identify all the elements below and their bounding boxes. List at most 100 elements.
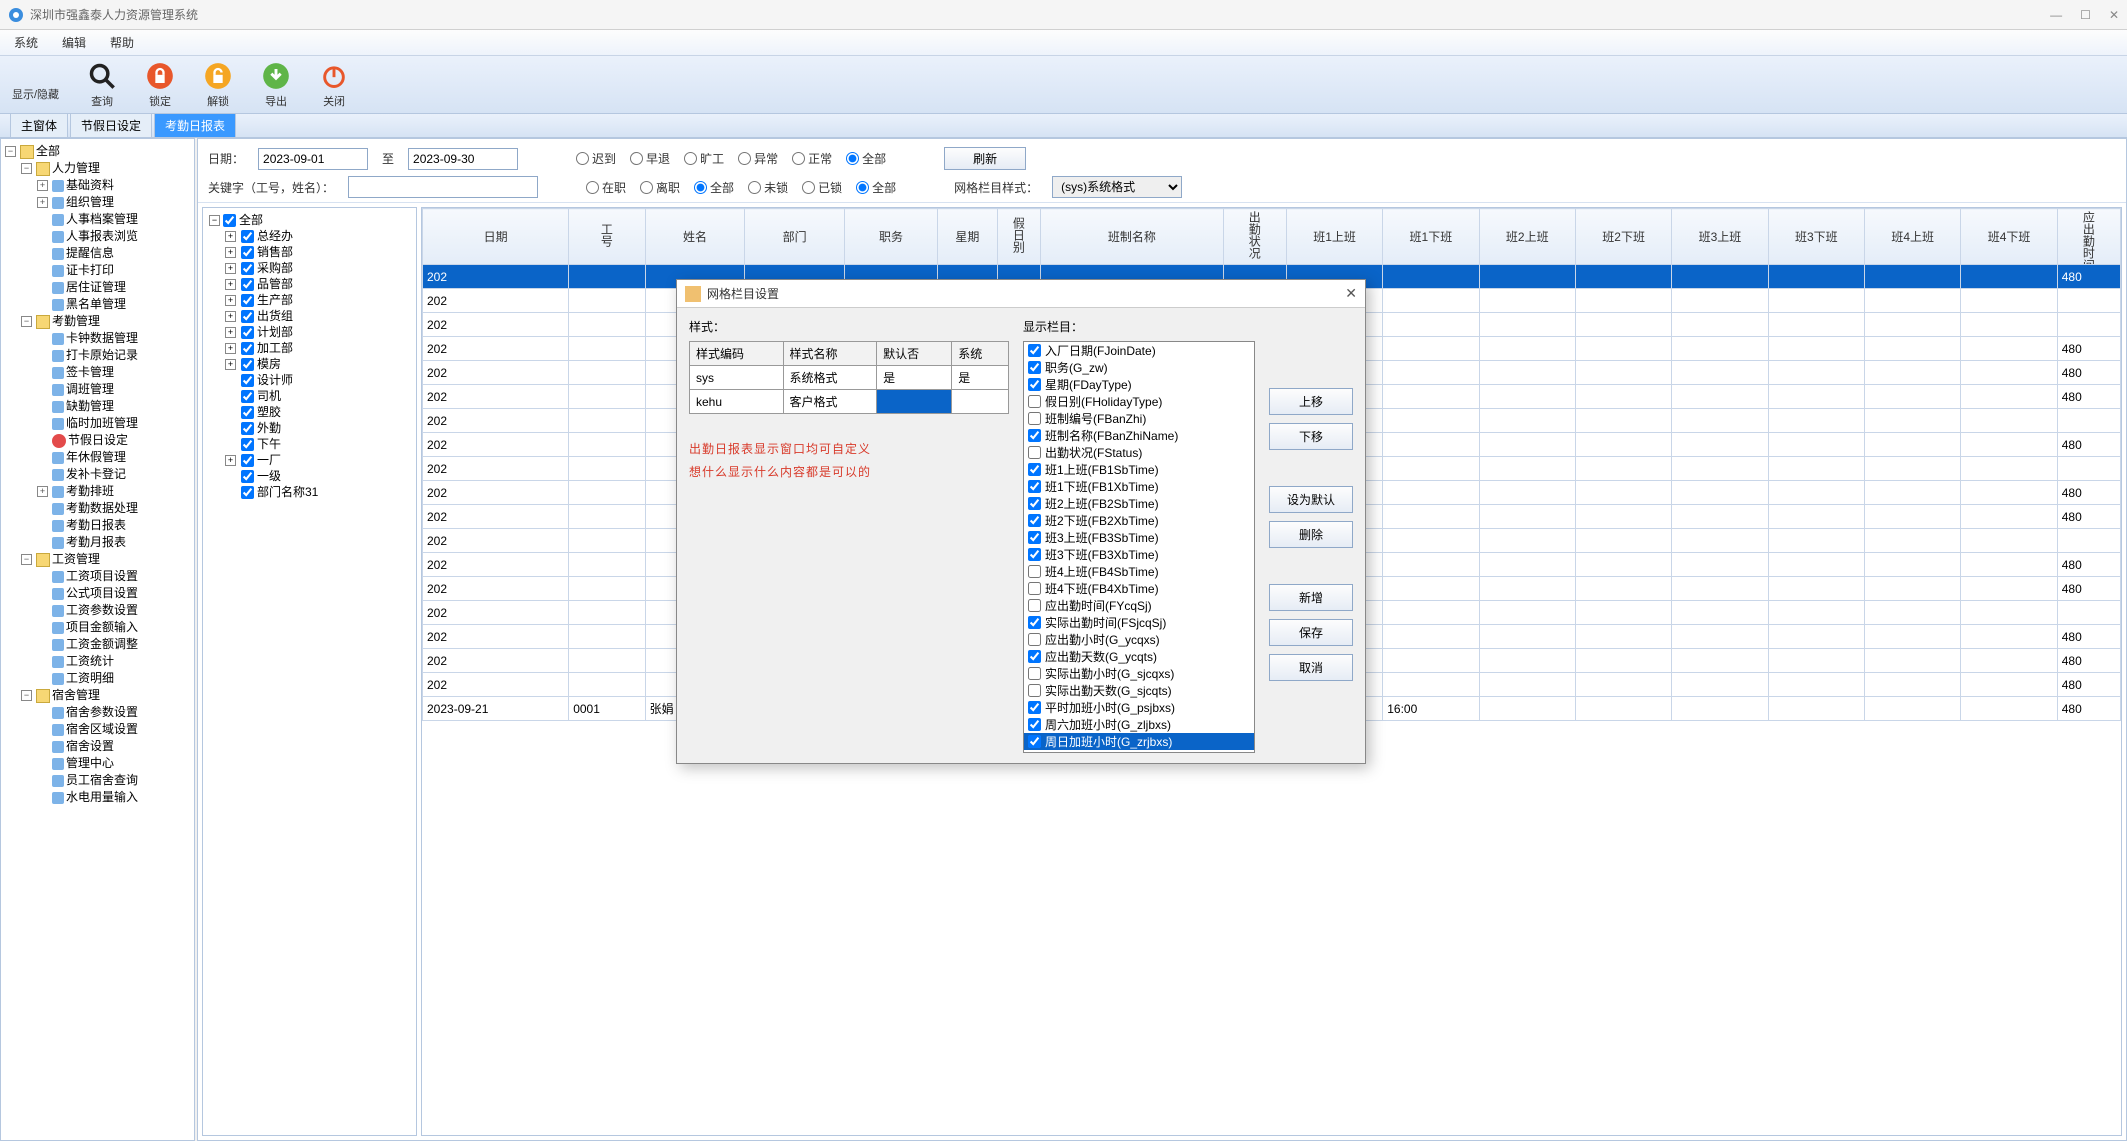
- col-on2[interactable]: 班2上班: [1479, 209, 1575, 265]
- dept-checkbox[interactable]: [241, 374, 254, 387]
- dept-item[interactable]: 一级: [257, 468, 281, 484]
- col-off2[interactable]: 班2下班: [1575, 209, 1671, 265]
- dept-item[interactable]: 下午: [257, 436, 281, 452]
- checklist-item[interactable]: 周六加班小时(G_zljbxs): [1024, 716, 1254, 733]
- menu-system[interactable]: 系统: [14, 34, 38, 51]
- checklist-item[interactable]: 班2下班(FB2XbTime): [1024, 512, 1254, 529]
- unlock-button[interactable]: 解锁: [203, 61, 233, 109]
- checklist-item[interactable]: 应出勤小时(G_ycqxs): [1024, 631, 1254, 648]
- checklist-item[interactable]: 班3下班(FB3XbTime): [1024, 546, 1254, 563]
- tree-hr[interactable]: 人力管理: [52, 160, 100, 177]
- dept-checkbox[interactable]: [241, 246, 254, 259]
- radio-unlocked[interactable]: 未锁: [748, 179, 788, 196]
- dept-checkbox[interactable]: [241, 342, 254, 355]
- dept-checkbox[interactable]: [241, 310, 254, 323]
- menu-help[interactable]: 帮助: [110, 34, 134, 51]
- col-on1[interactable]: 班1上班: [1286, 209, 1382, 265]
- dept-checkbox[interactable]: [241, 326, 254, 339]
- checklist-item[interactable]: 假日别(FHolidayType): [1024, 393, 1254, 410]
- col-shift[interactable]: 班制名称: [1040, 209, 1223, 265]
- tree-attendance[interactable]: 考勤管理: [52, 313, 100, 330]
- radio-all3[interactable]: 全部: [856, 179, 896, 196]
- checklist-item[interactable]: 班4上班(FB4SbTime): [1024, 563, 1254, 580]
- radio-normal[interactable]: 正常: [792, 150, 832, 167]
- radio-abnormal[interactable]: 异常: [738, 150, 778, 167]
- column-checkbox[interactable]: [1028, 701, 1041, 714]
- style-table[interactable]: 样式编码样式名称默认否系统 sys系统格式是是 kehu客户格式: [689, 341, 1009, 414]
- radio-all2[interactable]: 全部: [694, 179, 734, 196]
- checklist-item[interactable]: 实际出勤小时(G_sjcqxs): [1024, 665, 1254, 682]
- export-button[interactable]: 导出: [261, 61, 291, 109]
- col-job[interactable]: 职务: [844, 209, 937, 265]
- tab-holiday[interactable]: 节假日设定: [70, 113, 152, 137]
- dept-item[interactable]: 采购部: [257, 260, 293, 276]
- new-button[interactable]: 新增: [1269, 584, 1353, 611]
- maximize-icon[interactable]: ☐: [2080, 8, 2091, 22]
- tree-dorm[interactable]: 宿舍管理: [52, 687, 100, 704]
- date-from-input[interactable]: [258, 148, 368, 170]
- dept-item[interactable]: 外勤: [257, 420, 281, 436]
- dept-item[interactable]: 总经办: [257, 228, 293, 244]
- dept-checkbox[interactable]: [241, 438, 254, 451]
- checklist-item[interactable]: 实际出勤天数(G_sjcqts): [1024, 682, 1254, 699]
- dept-checkbox[interactable]: [241, 294, 254, 307]
- col-off1[interactable]: 班1下班: [1383, 209, 1479, 265]
- checklist-item[interactable]: 班1上班(FB1SbTime): [1024, 461, 1254, 478]
- col-name[interactable]: 姓名: [645, 209, 745, 265]
- dept-item[interactable]: 销售部: [257, 244, 293, 260]
- dept-item[interactable]: 设计师: [257, 372, 293, 388]
- grid-style-select[interactable]: (sys)系统格式: [1052, 176, 1182, 198]
- dept-checkbox[interactable]: [241, 262, 254, 275]
- dept-item[interactable]: 塑胶: [257, 404, 281, 420]
- dept-tree[interactable]: −全部 +总经办+销售部+采购部+品管部+生产部+出货组+计划部+加工部+模房设…: [202, 207, 417, 1136]
- radio-all1[interactable]: 全部: [846, 150, 886, 167]
- dept-item[interactable]: 品管部: [257, 276, 293, 292]
- dept-checkbox[interactable]: [241, 454, 254, 467]
- column-checkbox[interactable]: [1028, 684, 1041, 697]
- column-checkbox[interactable]: [1028, 446, 1041, 459]
- checklist-item[interactable]: 入厂日期(FJoinDate): [1024, 342, 1254, 359]
- set-default-button[interactable]: 设为默认: [1269, 486, 1353, 513]
- checklist-item[interactable]: 班3上班(FB3SbTime): [1024, 529, 1254, 546]
- col-dept[interactable]: 部门: [745, 209, 845, 265]
- checklist-item[interactable]: 周日加班小时(G_zrjbxs): [1024, 733, 1254, 750]
- minimize-icon[interactable]: —: [2050, 8, 2062, 22]
- radio-early[interactable]: 早退: [630, 150, 670, 167]
- checklist-item[interactable]: 职务(G_zw): [1024, 359, 1254, 376]
- cancel-button[interactable]: 取消: [1269, 654, 1353, 681]
- column-checkbox[interactable]: [1028, 582, 1041, 595]
- dept-checkbox[interactable]: [241, 358, 254, 371]
- search-button[interactable]: 查询: [87, 61, 117, 109]
- delete-button[interactable]: 删除: [1269, 521, 1353, 548]
- tree-root[interactable]: 全部: [36, 143, 60, 160]
- dept-item[interactable]: 司机: [257, 388, 281, 404]
- dept-checkbox[interactable]: [241, 486, 254, 499]
- dept-checkbox[interactable]: [241, 406, 254, 419]
- dept-item[interactable]: 计划部: [257, 324, 293, 340]
- close-button[interactable]: 关闭: [319, 61, 349, 109]
- dept-checkbox[interactable]: [241, 278, 254, 291]
- tab-main[interactable]: 主窗体: [10, 113, 68, 137]
- dialog-close-icon[interactable]: ✕: [1345, 285, 1357, 302]
- column-checkbox[interactable]: [1028, 599, 1041, 612]
- close-icon[interactable]: ✕: [2109, 8, 2119, 22]
- menu-edit[interactable]: 编辑: [62, 34, 86, 51]
- dept-checkbox[interactable]: [241, 230, 254, 243]
- dept-item[interactable]: 生产部: [257, 292, 293, 308]
- column-checklist[interactable]: 入厂日期(FJoinDate)职务(G_zw)星期(FDayType)假日别(F…: [1023, 341, 1255, 753]
- col-off3[interactable]: 班3下班: [1768, 209, 1864, 265]
- col-date[interactable]: 日期: [423, 209, 569, 265]
- checklist-item[interactable]: 出勤状况(FStatus): [1024, 444, 1254, 461]
- column-checkbox[interactable]: [1028, 429, 1041, 442]
- checklist-item[interactable]: 班4下班(FB4XbTime): [1024, 580, 1254, 597]
- checklist-item[interactable]: 班制名称(FBanZhiName): [1024, 427, 1254, 444]
- column-checkbox[interactable]: [1028, 650, 1041, 663]
- column-checkbox[interactable]: [1028, 548, 1041, 561]
- radio-onjob[interactable]: 在职: [586, 179, 626, 196]
- radio-locked[interactable]: 已锁: [802, 179, 842, 196]
- col-on3[interactable]: 班3上班: [1672, 209, 1768, 265]
- column-checkbox[interactable]: [1028, 480, 1041, 493]
- col-on4[interactable]: 班4上班: [1865, 209, 1961, 265]
- column-checkbox[interactable]: [1028, 412, 1041, 425]
- nav-tree[interactable]: −全部 −人力管理 +基础资料 +组织管理 人事档案管理 人事报表浏览 提醒信息…: [0, 138, 195, 1141]
